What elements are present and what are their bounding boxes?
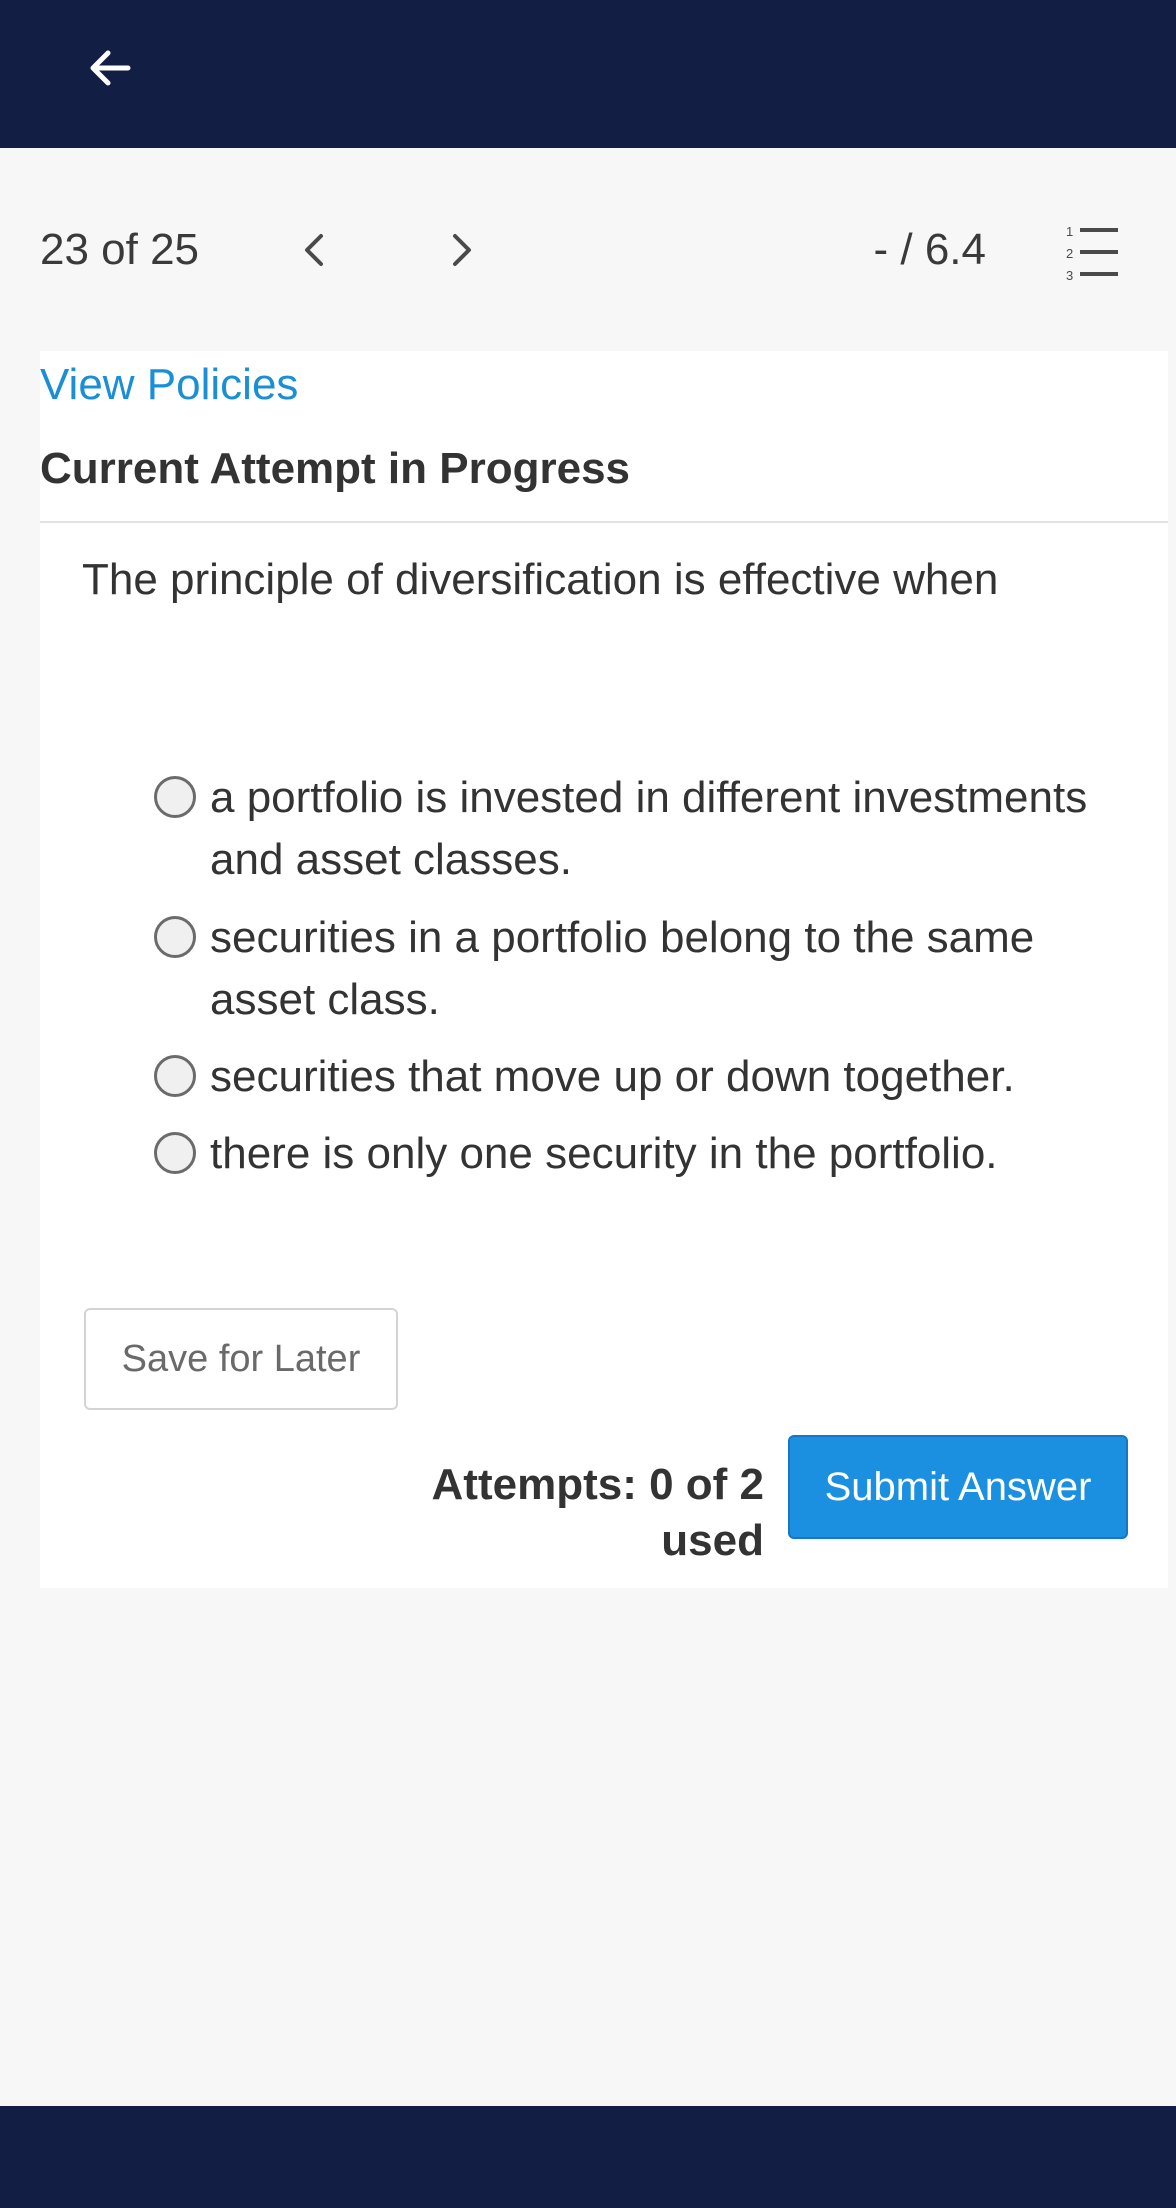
radio-button[interactable] (154, 1132, 196, 1174)
radio-button[interactable] (154, 776, 196, 818)
next-question-button[interactable] (434, 222, 490, 278)
chevron-left-icon (305, 234, 323, 266)
answer-option-label: there is only one security in the portfo… (210, 1129, 998, 1178)
answer-option[interactable]: there is only one security in the portfo… (154, 1123, 1114, 1185)
question-list-button[interactable]: 1 2 3 (1064, 222, 1134, 284)
attempt-status-heading: Current Attempt in Progress (40, 444, 631, 493)
view-policies-link[interactable]: View Policies (40, 357, 298, 413)
submit-answer-button[interactable]: Submit Answer (788, 1435, 1128, 1539)
numbered-list-icon: 1 2 3 (1066, 224, 1118, 283)
radio-button[interactable] (154, 916, 196, 958)
answer-option-label: securities in a portfolio belong to the … (210, 913, 1035, 1024)
previous-question-button[interactable] (286, 222, 342, 278)
answer-option-label: a portfolio is invested in different inv… (210, 773, 1088, 884)
chevron-right-icon (453, 234, 471, 266)
top-app-bar (0, 0, 1176, 148)
answer-option-label: securities that move up or down together… (210, 1052, 1015, 1101)
back-button[interactable] (72, 30, 148, 106)
answer-option[interactable]: a portfolio is invested in different inv… (154, 767, 1114, 891)
save-for-later-button[interactable]: Save for Later (84, 1308, 398, 1410)
question-text: The principle of diversification is effe… (82, 555, 999, 604)
divider (40, 521, 1168, 523)
bottom-bar (0, 2106, 1176, 2208)
arrow-left-icon (90, 50, 131, 86)
answer-option[interactable]: securities that move up or down together… (154, 1046, 1114, 1108)
svg-text:3: 3 (1066, 268, 1073, 283)
question-navigation: 23 of 25 - / 6.4 (0, 148, 1176, 350)
svg-text:1: 1 (1066, 224, 1073, 239)
question-counter: 23 of 25 (40, 225, 200, 274)
attempts-counter: Attempts: 0 of 2 used (431, 1460, 764, 1565)
svg-text:2: 2 (1066, 246, 1073, 261)
radio-button[interactable] (154, 1055, 196, 1097)
question-card: View Policies Current Attempt in Progres… (40, 351, 1168, 1588)
score-display: - / 6.4 (873, 225, 987, 274)
answer-option[interactable]: securities in a portfolio belong to the … (154, 907, 1114, 1031)
